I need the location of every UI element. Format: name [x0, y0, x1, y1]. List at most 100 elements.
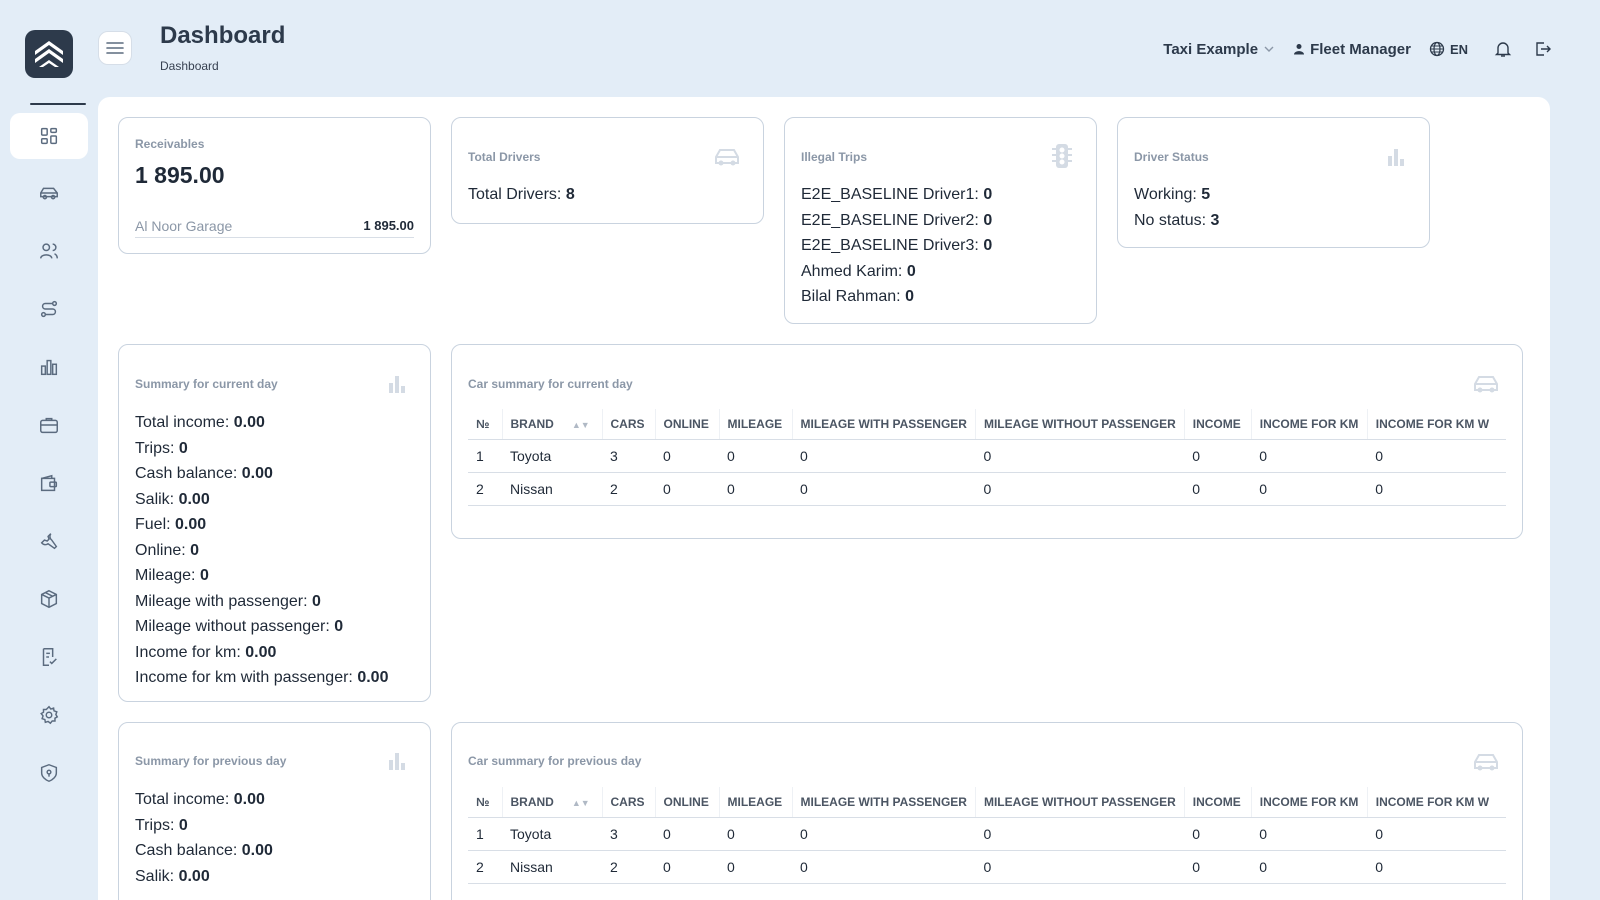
table-cell: 0: [719, 850, 792, 884]
total-drivers-value: 8: [565, 186, 575, 203]
logout-button[interactable]: [1534, 40, 1552, 58]
driver-status-value: 5: [1201, 186, 1211, 203]
table-row: 2 Nissan 2 0 0 0 0 0 0 0: [468, 472, 1506, 506]
sidebar-item-routes[interactable]: [10, 286, 88, 332]
summary-value: 0: [312, 592, 321, 610]
table-cell: 0: [1251, 850, 1368, 884]
summary-value: 0.00: [241, 465, 273, 482]
chart-icon: [40, 359, 58, 376]
table-header-row: № Brand ▲▼ Cars Online Mileage Mileage wi…: [468, 787, 1506, 818]
logout-icon: [1536, 42, 1551, 56]
table-cell: 0: [1367, 439, 1506, 473]
column-header: Online: [655, 409, 720, 440]
sidebar-item-maintenance[interactable]: [10, 518, 88, 564]
table-cell: 2: [468, 850, 502, 884]
car-summary-previous-table-wrap[interactable]: № Brand ▲▼ Cars Online Mileage Mileage wi…: [468, 787, 1506, 884]
illegal-trip-value: 0: [905, 288, 914, 305]
language-code: EN: [1449, 41, 1468, 57]
sidebar-item-cars[interactable]: [10, 170, 88, 216]
table-cell: 0: [1184, 439, 1252, 473]
summary-previous-lines: Total income: 0.00 Trips: 0 Cash balance…: [135, 787, 273, 889]
sidebar-item-finance[interactable]: [10, 460, 88, 506]
driver-status-lines: Working: 5 No status: 3: [1134, 182, 1219, 233]
table-row: 1 Toyota 3 0 0 0 0 0 0 0: [468, 817, 1506, 851]
driver-status-line: Working: 5: [1134, 182, 1219, 208]
app-logo[interactable]: [25, 30, 73, 78]
column-header-label: Brand: [510, 794, 554, 809]
illegal-trip-label: E2E_BASELINE Driver2:: [801, 211, 979, 229]
car-summary-current-table: № Brand ▲▼ Cars Online Mileage Mileage wi…: [468, 409, 1506, 506]
column-header: Mileage without passenger: [975, 787, 1185, 818]
table-cell: 0: [719, 439, 792, 473]
car-summary-previous-card: Car summary for previous day № Brand ▲▼ C…: [451, 722, 1523, 900]
language-selector[interactable]: EN: [1429, 41, 1468, 57]
car-icon: [715, 149, 739, 166]
table-cell: Nissan: [502, 472, 602, 506]
table-cell: 3: [602, 439, 655, 473]
column-header: Mileage without passenger: [975, 409, 1185, 440]
column-header-brand[interactable]: Brand ▲▼: [502, 409, 603, 440]
summary-previous-title: Summary for previous day: [135, 754, 287, 768]
menu-toggle-button[interactable]: [98, 31, 132, 65]
column-header: Income for km w: [1367, 409, 1506, 440]
sidebar-item-business[interactable]: [10, 402, 88, 448]
sidebar-item-checklist[interactable]: [10, 634, 88, 680]
table-cell: 0: [1367, 850, 1506, 884]
table-cell: 0: [1184, 817, 1252, 851]
summary-label: Mileage without passenger:: [135, 618, 330, 635]
summary-value: 0.00: [178, 867, 210, 885]
summary-line: Income for km with passenger: 0.00: [135, 665, 388, 691]
table-cell: 0: [655, 472, 719, 506]
sidebar-item-reports[interactable]: [10, 344, 88, 390]
column-header-brand[interactable]: Brand ▲▼: [502, 787, 603, 818]
company-selector[interactable]: Taxi Example: [1163, 41, 1275, 58]
sidebar-item-security[interactable]: [10, 750, 88, 796]
column-header: Mileage: [719, 409, 793, 440]
sidebar-item-dashboard[interactable]: [10, 113, 88, 159]
breadcrumb: Dashboard: [160, 59, 219, 73]
table-cell: 0: [792, 850, 976, 884]
summary-label: Salik:: [135, 867, 175, 885]
table-cell: 0: [1367, 817, 1506, 851]
main-content: Receivables 1 895.00 Al Noor Garage 1 89…: [98, 97, 1550, 900]
company-name: Taxi Example: [1163, 40, 1259, 58]
sidebar-item-drivers[interactable]: [10, 228, 88, 274]
sidebar-item-settings[interactable]: [10, 692, 88, 738]
table-cell: 1: [468, 439, 502, 473]
illegal-trip-label: Ahmed Karim:: [801, 262, 903, 280]
table-cell: 0: [719, 472, 792, 506]
user-menu[interactable]: Fleet Manager: [1293, 41, 1411, 58]
total-drivers-line: Total Drivers: 8: [468, 182, 575, 208]
notifications-button[interactable]: [1494, 40, 1512, 58]
car-icon: [40, 187, 58, 200]
summary-line: Online: 0: [135, 538, 388, 564]
column-header: Mileage with passenger: [792, 787, 976, 818]
column-header: Income: [1184, 409, 1252, 440]
driver-status-label: No status:: [1134, 211, 1207, 229]
summary-label: Mileage with passenger:: [135, 592, 308, 610]
table-cell: 0: [792, 472, 976, 506]
summary-label: Trips:: [135, 439, 175, 457]
table-cell: 0: [1184, 850, 1252, 884]
table-cell: 0: [719, 817, 792, 851]
table-cell: 2: [602, 472, 655, 506]
column-header: Mileage with passenger: [792, 409, 976, 440]
illegal-trip-line: E2E_BASELINE Driver2: 0: [801, 208, 992, 234]
summary-line: Income for km: 0.00: [135, 640, 388, 666]
summary-value: 0.00: [233, 791, 265, 808]
sidebar-item-inventory[interactable]: [10, 576, 88, 622]
summary-line: Total income: 0.00: [135, 787, 273, 813]
users-icon: [40, 243, 58, 259]
summary-value: 0.00: [178, 490, 210, 508]
illegal-trip-value: 0: [906, 262, 916, 280]
summary-line: Salik: 0.00: [135, 864, 273, 890]
car-summary-current-table-wrap[interactable]: № Brand ▲▼ Cars Online Mileage Mileage wi…: [468, 409, 1506, 506]
route-icon: [40, 300, 58, 318]
total-drivers-label: Total Drivers:: [468, 186, 562, 203]
car-icon: [1474, 754, 1498, 771]
illegal-trip-value: 0: [983, 186, 993, 203]
bell-icon: [1494, 42, 1512, 57]
summary-line: Cash balance: 0.00: [135, 461, 388, 487]
summary-line: Mileage without passenger: 0: [135, 614, 388, 640]
column-header: Income for km: [1251, 787, 1368, 818]
